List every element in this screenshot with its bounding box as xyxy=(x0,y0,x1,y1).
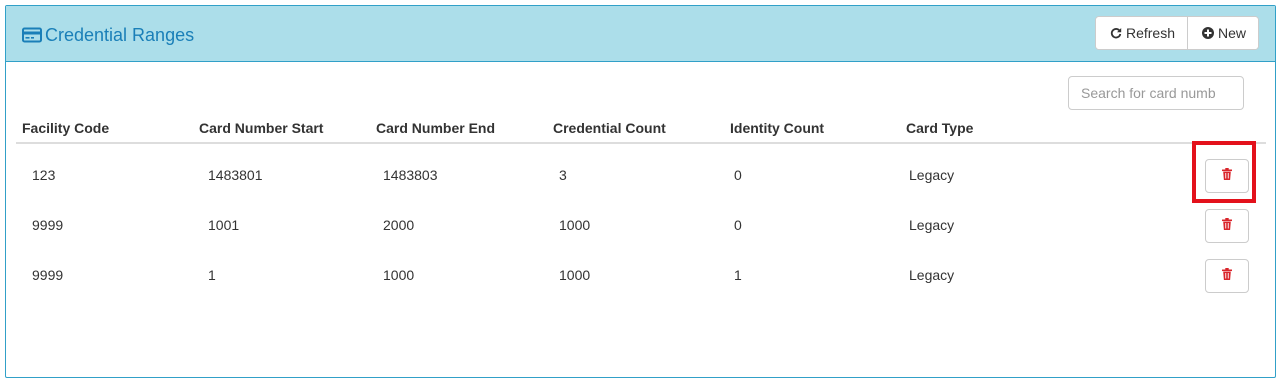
card-number-end-cell: 1483803 xyxy=(383,167,438,183)
search-input[interactable] xyxy=(1068,76,1244,110)
column-header-card-number-end[interactable]: Card Number End xyxy=(376,120,495,136)
plus-circle-icon xyxy=(1201,27,1214,39)
trash-icon xyxy=(1222,217,1232,235)
delete-button[interactable] xyxy=(1205,159,1249,193)
panel-title: Credential Ranges xyxy=(22,23,194,47)
facility-code-cell: 123 xyxy=(32,167,56,183)
card-number-start-cell: 1001 xyxy=(208,217,240,233)
delete-button[interactable] xyxy=(1205,209,1249,243)
table-row: 9999 1 1000 1000 1 Legacy xyxy=(16,251,1266,301)
facility-code-cell: 9999 xyxy=(32,267,64,283)
credit-card-icon xyxy=(22,27,44,43)
refresh-button[interactable]: Refresh xyxy=(1095,17,1187,49)
card-type-cell: Legacy xyxy=(909,267,955,283)
credential-ranges-panel: Credential Ranges Refresh New Search for… xyxy=(5,5,1276,378)
identity-count-cell: 0 xyxy=(734,217,742,233)
column-header-facility-code[interactable]: Facility Code xyxy=(22,120,109,136)
card-number-end-cell: 1000 xyxy=(383,267,415,283)
table-row: 123 1483801 1483803 3 0 Legacy xyxy=(16,151,1266,201)
panel-header: Credential Ranges Refresh New xyxy=(6,6,1275,62)
trash-icon xyxy=(1222,267,1232,285)
identity-count-cell: 0 xyxy=(734,167,742,183)
credential-count-cell: 3 xyxy=(559,167,567,183)
column-header-card-type[interactable]: Card Type xyxy=(906,120,973,136)
facility-code-cell: 9999 xyxy=(32,217,64,233)
identity-count-cell: 1 xyxy=(734,267,742,283)
card-number-start-cell: 1483801 xyxy=(208,167,263,183)
column-header-identity-count[interactable]: Identity Count xyxy=(730,120,824,136)
card-type-cell: Legacy xyxy=(909,167,955,183)
credential-count-cell: 1000 xyxy=(559,217,591,233)
trash-icon xyxy=(1222,167,1232,185)
refresh-button-label: Refresh xyxy=(1125,25,1175,41)
refresh-icon xyxy=(1110,27,1122,39)
card-type-cell: Legacy xyxy=(909,217,955,233)
credential-count-cell: 1000 xyxy=(559,267,591,283)
column-header-credential-count[interactable]: Credential Count xyxy=(553,120,666,136)
panel-title-text: Credential Ranges xyxy=(45,24,195,45)
new-button[interactable]: New xyxy=(1186,17,1258,49)
new-button-label: New xyxy=(1217,25,1246,41)
delete-button[interactable] xyxy=(1205,259,1249,293)
card-number-start-cell: 1 xyxy=(208,267,216,283)
header-button-group: Refresh New xyxy=(1094,16,1259,50)
table-header: Facility Code Card Number Start Card Num… xyxy=(16,116,1266,144)
table-row: 9999 1001 2000 1000 0 Legacy xyxy=(16,201,1266,251)
card-number-end-cell: 2000 xyxy=(383,217,415,233)
column-header-card-number-start[interactable]: Card Number Start xyxy=(199,120,323,136)
